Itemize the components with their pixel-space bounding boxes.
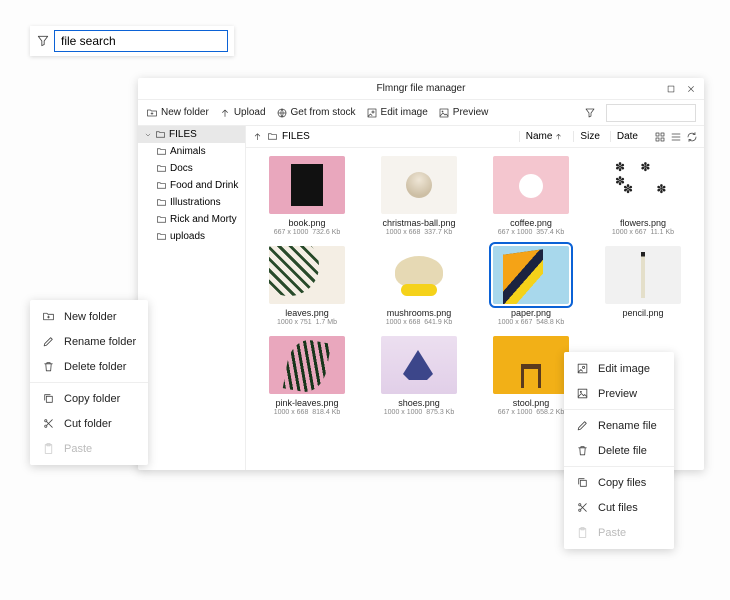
refresh-icon[interactable] <box>686 131 698 143</box>
file-item[interactable]: leaves.png1000 x 751 1.7 Mb <box>254 246 360 326</box>
close-icon[interactable] <box>684 82 698 96</box>
file-item[interactable]: pink-leaves.png1000 x 668 818.4 Kb <box>254 336 360 416</box>
menu-new-folder[interactable]: New folder <box>30 304 148 329</box>
file-item[interactable]: flowers.png1000 x 667 11.1 Kb <box>590 156 696 236</box>
menu-rename-file[interactable]: Rename file <box>564 413 674 438</box>
list-view-icon[interactable] <box>670 131 682 143</box>
file-item[interactable]: book.png667 x 1000 732.6 Kb <box>254 156 360 236</box>
pencil-icon <box>576 419 590 432</box>
toolbar-search-input[interactable] <box>606 104 696 122</box>
column-size[interactable]: Size <box>573 131 605 142</box>
menu-cut-files[interactable]: Cut files <box>564 495 674 520</box>
folder-plus-icon <box>42 310 56 323</box>
menu-paste: Paste <box>564 520 674 545</box>
upload-button[interactable]: Upload <box>219 107 266 119</box>
copy-icon <box>42 392 56 405</box>
menu-delete-file[interactable]: Delete file <box>564 438 674 463</box>
scissors-icon <box>42 417 56 430</box>
menu-rename-folder[interactable]: Rename folder <box>30 329 148 354</box>
new-folder-button[interactable]: New folder <box>146 107 209 119</box>
file-item[interactable]: mushrooms.png1000 x 668 641.9 Kb <box>366 246 472 326</box>
thumbnail <box>381 246 457 304</box>
menu-edit-image[interactable]: Edit image <box>564 356 674 381</box>
column-name[interactable]: Name <box>519 131 570 142</box>
thumbnail <box>269 246 345 304</box>
sidebar-item[interactable]: Rick and Morty <box>138 211 245 228</box>
edit-image-icon <box>576 362 590 375</box>
search-bar <box>30 26 234 56</box>
edit-image-button[interactable]: Edit image <box>366 107 428 119</box>
scissors-icon <box>576 501 590 514</box>
menu-paste: Paste <box>30 436 148 461</box>
folder-context-menu: New folder Rename folder Delete folder C… <box>30 300 148 465</box>
copy-icon <box>576 476 590 489</box>
menu-delete-folder[interactable]: Delete folder <box>30 354 148 379</box>
preview-icon <box>576 387 590 400</box>
pencil-icon <box>42 335 56 348</box>
sidebar-item[interactable]: uploads <box>138 228 245 245</box>
get-stock-button[interactable]: Get from stock <box>276 107 356 119</box>
thumbnail <box>493 336 569 394</box>
up-folder-icon[interactable] <box>252 131 263 142</box>
thumbnail <box>605 246 681 304</box>
menu-preview[interactable]: Preview <box>564 381 674 406</box>
toolbar: New folder Upload Get from stock Edit im… <box>138 100 704 126</box>
column-date[interactable]: Date <box>610 131 644 142</box>
sidebar: FILES Animals Docs Food and Drink Illust… <box>138 126 246 470</box>
thumbnail <box>381 336 457 394</box>
clipboard-icon <box>576 526 590 539</box>
window-title: Flmngr file manager <box>377 83 466 94</box>
trash-icon <box>576 444 590 457</box>
toolbar-filter-icon[interactable] <box>584 107 596 119</box>
sidebar-item[interactable]: Animals <box>138 143 245 160</box>
thumbnail <box>269 336 345 394</box>
sidebar-item[interactable]: Docs <box>138 160 245 177</box>
breadcrumb: FILES Name Size Date <box>246 126 704 148</box>
thumbnail <box>605 156 681 214</box>
maximize-icon[interactable] <box>664 82 678 96</box>
file-item[interactable]: pencil.png <box>590 246 696 326</box>
file-item-selected[interactable]: paper.png1000 x 667 548.8 Kb <box>478 246 584 326</box>
breadcrumb-path[interactable]: FILES <box>282 131 310 142</box>
preview-button[interactable]: Preview <box>438 107 489 119</box>
thumbnail <box>269 156 345 214</box>
trash-icon <box>42 360 56 373</box>
menu-copy-files[interactable]: Copy files <box>564 470 674 495</box>
search-input[interactable] <box>54 30 228 52</box>
file-item[interactable]: coffee.png667 x 1000 357.4 Kb <box>478 156 584 236</box>
filter-icon <box>36 34 50 48</box>
thumbnail <box>493 246 569 304</box>
file-item[interactable]: shoes.png1000 x 1000 875.3 Kb <box>366 336 472 416</box>
clipboard-icon <box>42 442 56 455</box>
titlebar: Flmngr file manager <box>138 78 704 100</box>
file-item[interactable]: christmas-ball.png1000 x 668 337.7 Kb <box>366 156 472 236</box>
menu-cut-folder[interactable]: Cut folder <box>30 411 148 436</box>
thumbnail <box>381 156 457 214</box>
sidebar-root[interactable]: FILES <box>138 126 245 143</box>
sidebar-item[interactable]: Food and Drink <box>138 177 245 194</box>
file-context-menu: Edit image Preview Rename file Delete fi… <box>564 352 674 549</box>
grid-view-icon[interactable] <box>654 131 666 143</box>
menu-copy-folder[interactable]: Copy folder <box>30 386 148 411</box>
thumbnail <box>493 156 569 214</box>
sidebar-item[interactable]: Illustrations <box>138 194 245 211</box>
